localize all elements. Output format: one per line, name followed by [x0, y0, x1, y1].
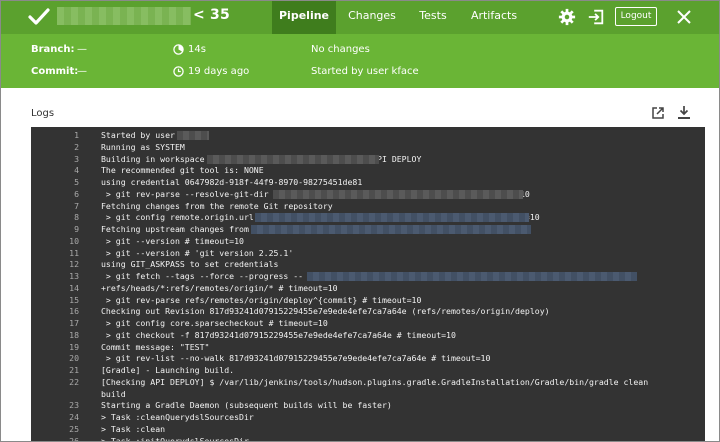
line-number[interactable]: 5 — [31, 177, 79, 188]
line-number[interactable]: 7 — [31, 201, 79, 212]
line-number[interactable]: 20 — [31, 353, 79, 364]
tab-changes[interactable]: Changes — [344, 1, 400, 34]
line-text: > git --version # 'git version 2.25.1' — [101, 247, 294, 258]
line-number[interactable]: 24 — [31, 412, 79, 423]
line-text: > git fetch --tags --force --progress -- — [101, 271, 304, 281]
line-number[interactable]: 4 — [31, 165, 79, 176]
line-text: > Task :clean — [101, 423, 166, 434]
redacted-text — [273, 189, 523, 199]
line-number[interactable]: 8 — [31, 212, 79, 223]
clock-icon — [173, 66, 184, 77]
line-number[interactable]: 3 — [31, 154, 79, 165]
redacted-text — [255, 213, 529, 223]
gear-icon[interactable] — [558, 8, 576, 26]
tab-pipeline[interactable]: Pipeline — [272, 1, 336, 34]
line-text: > git rev-parse refs/remotes/origin/depl… — [101, 294, 422, 305]
line-number[interactable]: 18 — [31, 330, 79, 341]
commit-value: — — [77, 66, 87, 77]
line-number[interactable]: 14 — [31, 283, 79, 294]
exit-icon[interactable] — [587, 8, 605, 26]
line-number[interactable]: 9 — [31, 224, 79, 235]
line-text: Checking out Revision 817d93241d07915229… — [101, 306, 550, 317]
changes-status: No changes — [311, 44, 370, 55]
line-number[interactable]: 13 — [31, 271, 79, 282]
line-number[interactable]: 2 — [31, 142, 79, 153]
line-text: Commit message: "TEST" — [101, 341, 210, 352]
line-number[interactable]: 16 — [31, 306, 79, 317]
line-text: > Task :initQuerydslSourcesDir — [101, 435, 249, 442]
open-external-icon[interactable] — [651, 106, 665, 120]
line-text: > git --version # timeout=10 — [101, 235, 244, 246]
redacted-text — [177, 131, 209, 140]
duration-icon — [173, 44, 184, 55]
redacted-text — [251, 225, 531, 234]
line-text: > git checkout -f 817d93241d07915229455e… — [101, 329, 456, 340]
redacted-text — [207, 154, 379, 164]
download-icon[interactable] — [677, 105, 691, 120]
line-number[interactable]: 23 — [31, 400, 79, 411]
line-text: using credential 0647982d-918f-44f9-8970… — [101, 177, 363, 187]
branch-label: Branch: — [31, 44, 75, 55]
tab-tests[interactable]: Tests — [415, 1, 451, 34]
commit-label: Commit: — [31, 66, 79, 77]
line-text: The recommended git tool is: NONE — [101, 165, 264, 176]
logout-button[interactable]: Logout — [615, 7, 657, 26]
line-text: using GIT_ASKPASS to set credentials — [101, 259, 279, 270]
line-number[interactable]: 6 — [31, 189, 79, 200]
line-text: [Checking API DEPLOY] $ /var/lib/jenkins… — [101, 376, 649, 387]
line-number[interactable]: 1 — [31, 130, 79, 141]
log-console[interactable]: 1 Started by user 2 Running as SYSTEM 3 Build… — [31, 127, 705, 442]
line-text: Starting a Gradle Daemon (subsequent bui… — [101, 400, 392, 411]
started-by: Started by user kface — [311, 66, 419, 77]
app-frame: < 35 Pipeline Changes Tests Artifacts Lo — [0, 0, 720, 442]
line-text: [Gradle] - Launching build. — [101, 365, 235, 375]
redacted-job-name — [57, 7, 191, 25]
tab-artifacts[interactable]: Artifacts — [467, 1, 521, 34]
line-number[interactable]: 22 — [31, 377, 79, 388]
line-text: +refs/heads/*:refs/remotes/origin/* # ti… — [101, 282, 338, 293]
line-number[interactable]: 12 — [31, 259, 79, 270]
line-text: Running as SYSTEM — [101, 141, 185, 152]
line-number[interactable]: 10 — [31, 236, 79, 247]
logs-title: Logs — [31, 108, 55, 119]
redacted-text — [307, 272, 637, 281]
time-ago: 19 days ago — [188, 66, 250, 77]
run-number[interactable]: < 35 — [193, 7, 230, 23]
line-number[interactable]: 17 — [31, 318, 79, 329]
line-number[interactable]: 25 — [31, 424, 79, 435]
line-number[interactable]: 19 — [31, 342, 79, 353]
duration-value: 14s — [188, 44, 206, 55]
line-text: > Task :cleanQuerydslSourcesDir — [101, 412, 254, 422]
line-text: > git rev-list --no-walk 817d93241d07915… — [101, 353, 491, 364]
line-text: Fetching changes from the remote Git rep… — [101, 200, 333, 211]
line-text: build — [101, 388, 126, 399]
top-bar: < 35 Pipeline Changes Tests Artifacts Lo — [1, 1, 719, 34]
line-text: > git config core.sparsecheckout # timeo… — [101, 318, 328, 328]
line-number[interactable]: 11 — [31, 248, 79, 259]
branch-value: — — [77, 44, 87, 55]
close-icon[interactable] — [676, 9, 692, 25]
line-text: Fetching upstream changes from — [101, 224, 249, 234]
line-text: Started by user — [101, 130, 175, 140]
run-summary: Branch: — Commit: — 14s 19 days ago No c… — [1, 34, 719, 88]
line-number[interactable]: 15 — [31, 295, 79, 306]
line-number[interactable]: 26 — [31, 436, 79, 442]
success-check-icon — [28, 8, 50, 25]
line-number[interactable]: 21 — [31, 365, 79, 376]
